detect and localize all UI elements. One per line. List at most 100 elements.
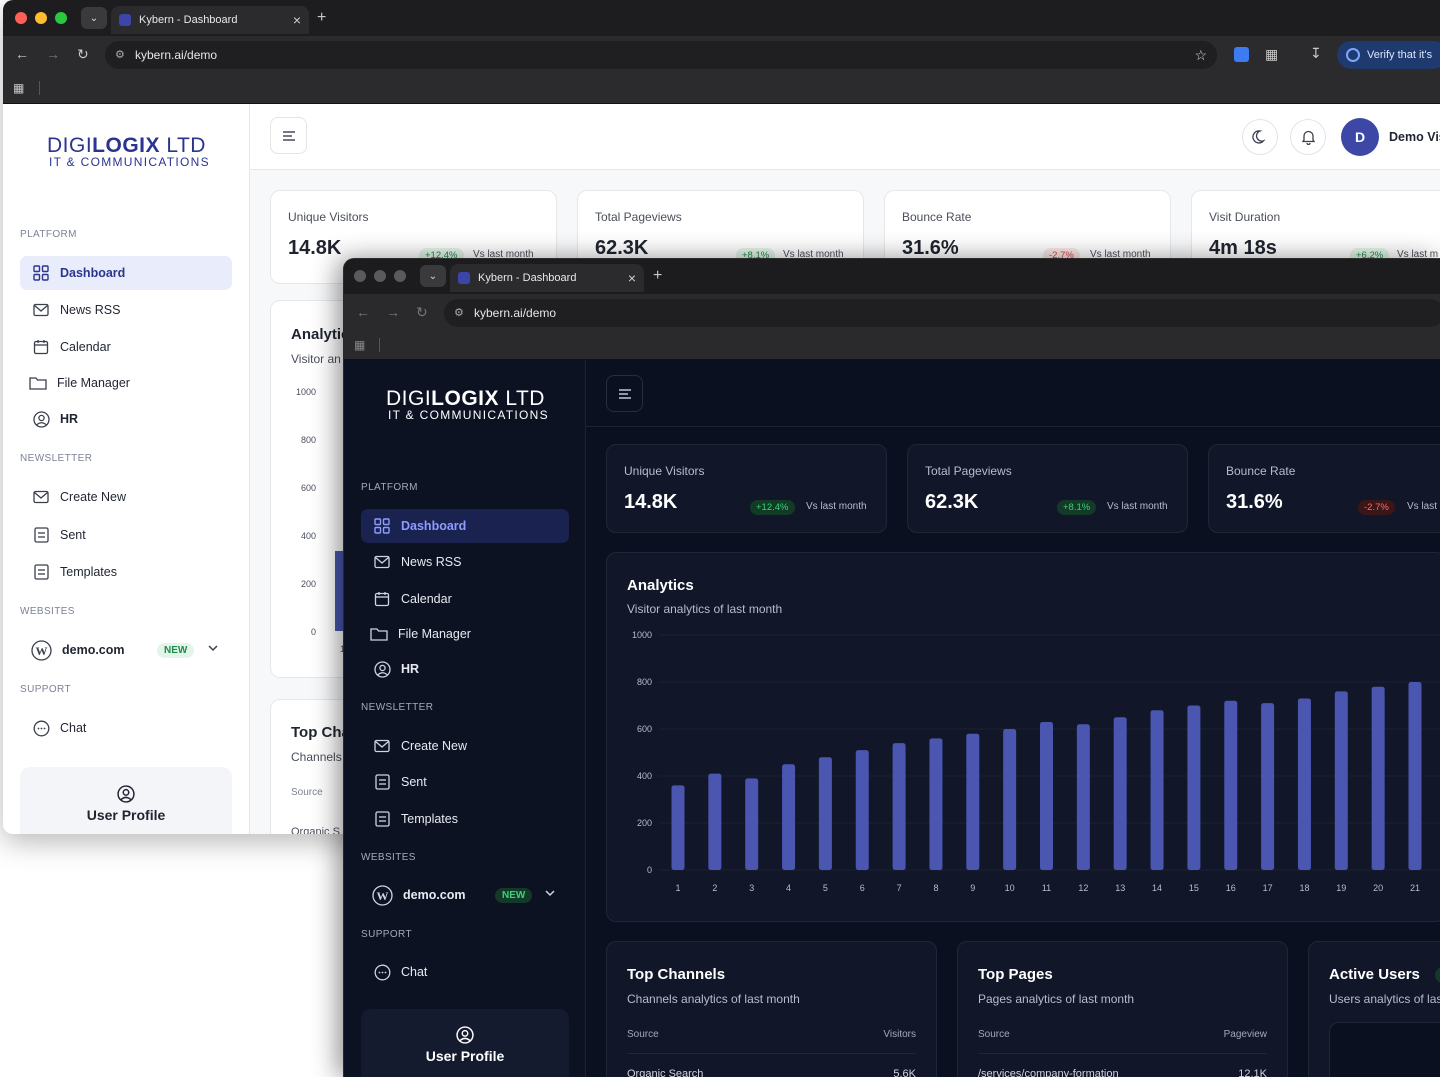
new-tab-icon[interactable]: +: [317, 10, 326, 26]
sidebar-item-sent[interactable]: Sent: [20, 518, 86, 552]
stat-value: 31.6%: [902, 237, 959, 259]
sidebar-item-news-rss[interactable]: News RSS: [20, 293, 120, 327]
sidebar-item-templates[interactable]: Templates: [361, 802, 458, 836]
sidebar-item-label: HR: [401, 662, 420, 676]
stat-value: 62.3K: [925, 491, 979, 513]
user-profile-card[interactable]: User Profile: [361, 1009, 569, 1077]
sidebar-item-website[interactable]: W demo.com NEW: [20, 633, 232, 667]
maximize-window-button[interactable]: [55, 12, 67, 24]
browser-tab[interactable]: Kybern - Dashboard ×: [450, 264, 644, 292]
browser-tab-bar: ⌄ Kybern - Dashboard × +: [344, 259, 1440, 295]
browser-tab[interactable]: Kybern - Dashboard ×: [111, 6, 309, 34]
close-window-button[interactable]: [354, 270, 366, 282]
back-icon[interactable]: ←: [15, 47, 29, 61]
browser-url-row: ← → ↻ ⚙ kybern.ai/demo: [344, 294, 1440, 332]
sidebar-item-calendar[interactable]: Calendar: [361, 582, 452, 616]
bookmark-star-icon[interactable]: ☆: [1194, 47, 1207, 64]
chevron-down-icon[interactable]: [207, 642, 219, 654]
sidebar-item-label: News RSS: [60, 303, 121, 317]
sidebar-item-chat[interactable]: Chat: [361, 955, 427, 989]
stat-vs: Vs last month: [1107, 501, 1168, 512]
y-tick-label: 800: [637, 677, 652, 687]
tab-close-icon[interactable]: ×: [628, 270, 636, 286]
y-tick: 600: [301, 483, 317, 493]
envelope-icon: [32, 488, 50, 506]
stat-title: Total Pageviews: [595, 210, 682, 224]
menu-toggle-button[interactable]: [606, 375, 643, 412]
url-text: kybern.ai/demo: [474, 306, 557, 320]
user-profile-card[interactable]: User Profile: [20, 767, 232, 834]
dashboard-grid-icon: [32, 264, 50, 282]
table-cell-source: Organic Search: [627, 1068, 704, 1077]
chart-bar: [966, 733, 980, 870]
sidebar-item-calendar[interactable]: Calendar: [20, 330, 111, 364]
sidebar-item-website[interactable]: W demo.com NEW: [361, 878, 569, 912]
theme-toggle-button[interactable]: [1242, 119, 1278, 155]
sidebar-item-news-rss[interactable]: News RSS: [361, 545, 461, 579]
site-settings-icon[interactable]: ⚙: [454, 306, 464, 319]
menu-toggle-button[interactable]: [270, 117, 307, 154]
new-tab-icon[interactable]: +: [653, 268, 662, 284]
avatar[interactable]: D: [1341, 118, 1379, 156]
apps-grid-icon[interactable]: ▦: [354, 339, 365, 351]
reload-icon[interactable]: ↻: [77, 47, 89, 61]
minimize-window-button[interactable]: [35, 12, 47, 24]
chart-bar: [1076, 724, 1090, 870]
sidebar-item-file-manager[interactable]: File Manager: [361, 617, 471, 651]
forward-icon[interactable]: →: [46, 47, 60, 61]
sidebar-item-hr[interactable]: HR: [20, 402, 78, 436]
y-tick-label: 200: [637, 818, 652, 828]
sidebar-item-dashboard[interactable]: Dashboard: [20, 256, 232, 290]
folder-icon: [29, 374, 47, 392]
sidebar-item-sent[interactable]: Sent: [361, 765, 427, 799]
verify-extension-chip[interactable]: Verify that it's: [1337, 41, 1440, 69]
chart-bar: [1297, 698, 1311, 870]
tab-title: Kybern - Dashboard: [139, 14, 238, 26]
sidebar-item-label: demo.com: [62, 643, 125, 657]
column-header-source: Source: [291, 787, 323, 798]
tab-list-chevron-icon[interactable]: ⌄: [420, 265, 446, 287]
section-label-support: SUPPORT: [20, 684, 71, 695]
user-profile-label: User Profile: [86, 807, 166, 823]
forward-icon[interactable]: →: [386, 305, 400, 319]
puzzle-icon[interactable]: ▦: [1265, 47, 1278, 61]
x-tick-label: 9: [970, 883, 975, 893]
y-tick-label: 400: [637, 771, 652, 781]
extension-icon[interactable]: [1234, 47, 1249, 62]
tab-list-chevron-icon[interactable]: ⌄: [81, 7, 107, 29]
chat-bubble-icon: [32, 719, 50, 737]
sidebar-item-templates[interactable]: Templates: [20, 555, 117, 589]
minimize-window-button[interactable]: [374, 270, 386, 282]
envelope-icon: [373, 553, 391, 571]
close-window-button[interactable]: [15, 12, 27, 24]
sidebar-item-file-manager[interactable]: File Manager: [20, 366, 130, 400]
sidebar-item-create-new[interactable]: Create New: [361, 729, 467, 763]
chevron-down-icon[interactable]: [544, 887, 556, 899]
sidebar-item-hr[interactable]: HR: [361, 652, 419, 686]
chart-bar: [1003, 729, 1017, 870]
section-label-newsletter: NEWSLETTER: [20, 453, 93, 464]
x-tick-label: 11: [1042, 883, 1051, 893]
sidebar-item-chat[interactable]: Chat: [20, 711, 86, 745]
back-icon[interactable]: ←: [356, 305, 370, 319]
sidebar-item-label: Calendar: [401, 592, 452, 606]
table-cell: Organic S: [291, 826, 340, 834]
apps-grid-icon[interactable]: ▦: [13, 82, 24, 94]
favicon-icon: [458, 272, 470, 284]
site-settings-icon[interactable]: ⚙: [115, 48, 125, 61]
download-icon[interactable]: ↧: [1310, 46, 1322, 60]
address-bar[interactable]: ⚙ kybern.ai/demo ☆: [105, 41, 1217, 69]
maximize-window-button[interactable]: [394, 270, 406, 282]
user-name[interactable]: Demo Vis: [1389, 130, 1440, 144]
sidebar-item-dashboard[interactable]: Dashboard: [361, 509, 569, 543]
card-title: Top Channels: [627, 966, 726, 983]
reload-icon[interactable]: ↻: [416, 305, 428, 319]
user-circle-icon: [456, 1026, 474, 1044]
notifications-button[interactable]: [1290, 119, 1326, 155]
sidebar-item-create-new[interactable]: Create New: [20, 480, 126, 514]
top-bar: [586, 360, 1440, 427]
address-bar[interactable]: ⚙ kybern.ai/demo: [444, 299, 1440, 327]
tab-close-icon[interactable]: ×: [293, 12, 301, 28]
sidebar-item-label: Templates: [60, 565, 117, 579]
column-header-pageview: Pageview: [1223, 1029, 1267, 1040]
